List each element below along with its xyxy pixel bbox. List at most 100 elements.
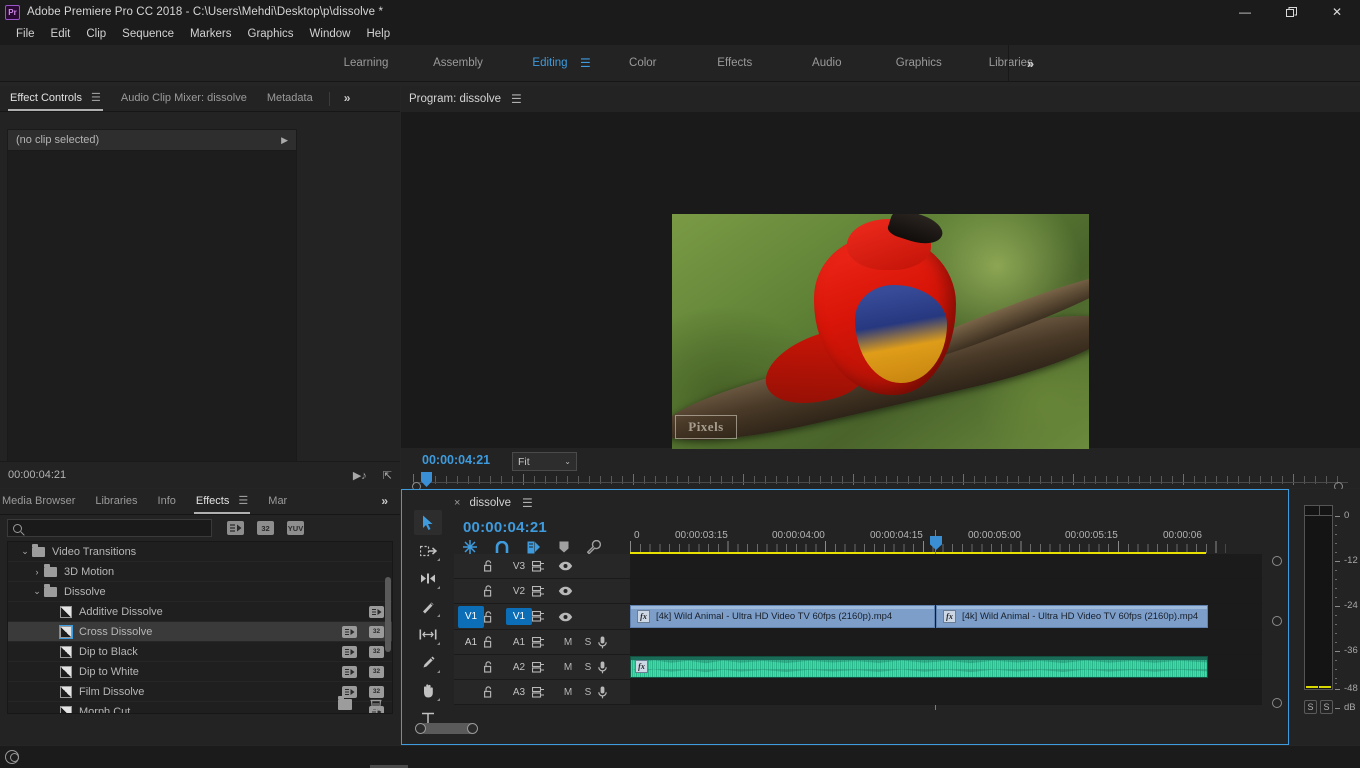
no-clip-selected-row[interactable]: (no clip selected) ▶ — [7, 129, 297, 151]
menu-sequence[interactable]: Sequence — [114, 25, 182, 44]
microphone-icon[interactable] — [598, 636, 624, 649]
maximize-button[interactable] — [1268, 0, 1314, 24]
track-target-v1[interactable]: V1 — [458, 605, 484, 628]
tab-media-browser[interactable]: Media Browser — [0, 489, 85, 514]
tree-effect-cross-dissolve[interactable]: Cross Dissolve 32 — [8, 622, 392, 642]
hscroll-handle-left[interactable] — [415, 723, 426, 734]
sync-lock-icon[interactable] — [532, 611, 558, 622]
timeline-clip-2[interactable]: fx [4k] Wild Animal - Ultra HD Video TV … — [936, 605, 1208, 628]
workspace-hamburger-icon[interactable]: ☰ — [580, 45, 591, 82]
sync-lock-icon[interactable] — [532, 560, 558, 572]
track-header-v1[interactable]: V1 V1 — [454, 604, 630, 630]
32-bit-color-badge[interactable]: 32 — [257, 521, 274, 535]
workspace-tab-assembly[interactable]: Assembly — [412, 45, 504, 82]
tree-effect-dip-to-white[interactable]: Dip to White 32 — [8, 662, 392, 682]
track-row-a3[interactable] — [630, 680, 1262, 705]
video-preview-frame[interactable]: Pixels — [672, 214, 1089, 449]
snap-icon[interactable] — [495, 540, 509, 554]
eye-icon[interactable] — [558, 612, 584, 622]
audio-meter-body[interactable] — [1304, 505, 1333, 690]
export-frame-icon[interactable]: ⇱ — [383, 469, 392, 482]
lock-icon[interactable] — [484, 686, 506, 698]
solo-button-a1[interactable]: S — [578, 637, 598, 648]
sync-lock-icon[interactable] — [532, 686, 558, 698]
menu-edit[interactable]: Edit — [43, 25, 79, 44]
sequence-tab-label[interactable]: dissolve — [469, 497, 511, 509]
program-monitor-stage[interactable]: Pixels — [401, 112, 1360, 449]
vscroll-handle-top[interactable] — [1272, 556, 1282, 566]
effects-tree-scrollbar[interactable] — [385, 577, 391, 652]
track-header-v3[interactable]: V3 — [454, 554, 630, 579]
yuv-color-badge[interactable]: YUV — [287, 521, 304, 535]
menu-file[interactable]: File — [8, 25, 43, 44]
twirl-icon[interactable]: › — [30, 567, 44, 577]
mute-button-a3[interactable]: M — [558, 687, 578, 698]
selection-tool[interactable] — [414, 510, 442, 535]
track-target-a2[interactable] — [458, 656, 484, 678]
menu-graphics[interactable]: Graphics — [240, 25, 302, 44]
effect-controls-more-icon[interactable]: » — [336, 86, 359, 111]
track-header-a2[interactable]: A2 M S — [454, 655, 630, 680]
workspace-tab-effects[interactable]: Effects — [689, 45, 781, 82]
program-monitor-hamburger-icon[interactable]: ☰ — [511, 92, 522, 106]
program-current-timecode[interactable]: 00:00:04:21 — [422, 453, 490, 467]
effect-controls-timecode[interactable]: 00:00:04:21 — [8, 469, 66, 481]
timeline-audio-clip[interactable]: fx — [630, 656, 1208, 678]
menu-window[interactable]: Window — [302, 25, 359, 44]
workspace-overflow-icon[interactable]: » — [1008, 45, 1052, 82]
tree-folder-dissolve[interactable]: ⌄ Dissolve — [8, 582, 392, 602]
timeline-clip-1[interactable]: fx [4k] Wild Animal - Ultra HD Video TV … — [630, 605, 935, 628]
tree-effect-dip-to-black[interactable]: Dip to Black 32 — [8, 642, 392, 662]
track-header-a3[interactable]: A3 M S — [454, 680, 630, 705]
timeline-horizontal-scrollbar[interactable] — [412, 723, 612, 734]
workspace-tab-audio[interactable]: Audio — [781, 45, 873, 82]
delete-icon[interactable] — [370, 698, 382, 711]
track-target-a1[interactable]: A1 — [458, 631, 484, 653]
zoom-level-select[interactable]: Fit ⌄ — [512, 452, 577, 471]
sync-lock-icon[interactable] — [532, 636, 558, 648]
tab-markers[interactable]: Mar — [258, 489, 297, 514]
track-row-v1[interactable]: fx [4k] Wild Animal - Ultra HD Video TV … — [630, 604, 1262, 630]
effects-hamburger-icon[interactable]: ☰ — [238, 495, 248, 507]
sync-lock-icon[interactable] — [532, 585, 558, 597]
tab-libraries[interactable]: Libraries — [85, 489, 147, 514]
tab-metadata[interactable]: Metadata — [257, 86, 323, 111]
workspace-tab-color[interactable]: Color — [597, 45, 689, 82]
workspace-tab-learning[interactable]: Learning — [320, 45, 412, 82]
eye-icon[interactable] — [558, 561, 584, 571]
tree-effect-additive-dissolve[interactable]: Additive Dissolve — [8, 602, 392, 622]
search-input[interactable] — [7, 519, 212, 537]
lock-icon[interactable] — [484, 560, 506, 572]
menu-help[interactable]: Help — [358, 25, 398, 44]
effects-tree[interactable]: ⌄ Video Transitions › 3D Motion ⌄ Dissol… — [7, 541, 393, 714]
mute-button-a2[interactable]: M — [558, 662, 578, 673]
creative-cloud-icon[interactable] — [5, 750, 19, 764]
linked-selection-icon[interactable] — [463, 540, 477, 554]
track-row-a2[interactable]: fx — [630, 655, 1262, 680]
tab-info[interactable]: Info — [148, 489, 186, 514]
effects-more-icon[interactable]: » — [373, 489, 396, 514]
eye-icon[interactable] — [558, 586, 584, 596]
menu-markers[interactable]: Markers — [182, 25, 240, 44]
tree-folder-video-transitions[interactable]: ⌄ Video Transitions — [8, 542, 392, 562]
chevron-right-icon[interactable]: ▶ — [281, 135, 288, 146]
vscroll-handle-mid[interactable] — [1272, 616, 1282, 626]
minimize-button[interactable]: — — [1222, 0, 1268, 24]
track-target-v2[interactable] — [458, 580, 484, 602]
program-scrub-bar[interactable] — [412, 472, 1348, 491]
solo-button-a3[interactable]: S — [578, 687, 598, 698]
track-header-v2[interactable]: V2 — [454, 579, 630, 604]
hscroll-handle-right[interactable] — [467, 723, 478, 734]
sync-lock-icon[interactable] — [532, 661, 558, 673]
track-target-v3[interactable] — [458, 555, 484, 577]
tree-folder-3d-motion[interactable]: › 3D Motion — [8, 562, 392, 582]
close-button[interactable]: ✕ — [1314, 0, 1360, 24]
timeline-hamburger-icon[interactable]: ☰ — [522, 496, 533, 510]
tab-audio-clip-mixer[interactable]: Audio Clip Mixer: dissolve — [111, 86, 257, 111]
menu-clip[interactable]: Clip — [78, 25, 114, 44]
microphone-icon[interactable] — [598, 686, 624, 699]
twirl-icon[interactable]: ⌄ — [30, 586, 44, 597]
timeline-ruler[interactable]: 0 00:00:03:15 00:00:04:00 00:00:04:15 00… — [630, 530, 1226, 554]
mute-button-a1[interactable]: M — [558, 637, 578, 648]
track-row-a1[interactable] — [630, 630, 1262, 655]
